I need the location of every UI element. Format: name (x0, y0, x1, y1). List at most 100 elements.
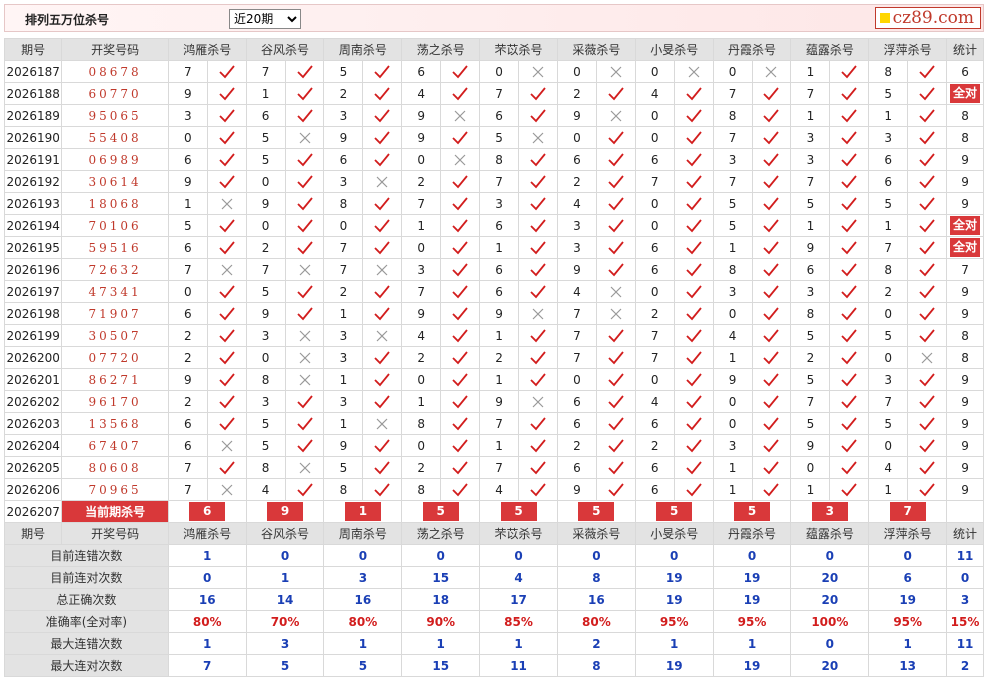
stat-value: 7 (167, 654, 247, 677)
kill-digit-cell: 7 (479, 456, 520, 479)
stat-value: 3 (323, 566, 403, 589)
kill-digit-cell: 6 (479, 258, 520, 281)
issue-cell: 2026191 (3, 148, 63, 171)
logo-mark-icon (879, 13, 890, 23)
stat-value: 90% (401, 610, 481, 633)
stat-value: 1 (634, 632, 714, 655)
column-header-expert[interactable]: 浮萍杀号 (868, 38, 948, 61)
check-icon (907, 126, 948, 149)
column-header-expert[interactable]: 鸿雁杀号 (167, 38, 247, 61)
check-icon (595, 236, 636, 259)
check-icon (440, 214, 481, 237)
kill-digit-cell: 1 (790, 478, 831, 501)
summary-cell: 9 (946, 434, 984, 457)
kill-digit-cell: 5 (790, 324, 831, 347)
check-icon (440, 434, 481, 457)
issue-cell: 2026207 (3, 500, 63, 523)
table-row: 2026199 30507 2 3 3 4 1 7 7 4 5 5 8 (3, 324, 984, 347)
kill-digit-cell: 3 (245, 324, 286, 347)
column-header-expert[interactable]: 采薇杀号 (556, 522, 636, 545)
check-icon (284, 390, 325, 413)
table-row: 2026190 55408 0 5 9 9 5 0 0 7 3 3 8 (3, 126, 984, 149)
column-header-expert[interactable]: 芣苡杀号 (479, 522, 558, 545)
check-icon (440, 192, 481, 215)
stat-value: 0 (712, 544, 792, 567)
check-icon (362, 104, 403, 127)
kill-digit-cell: 0 (790, 456, 831, 479)
current-kill-badge: 3 (811, 502, 848, 521)
column-header-expert[interactable]: 小旻杀号 (634, 522, 714, 545)
check-icon (907, 192, 948, 215)
check-icon (206, 324, 247, 347)
cross-icon (284, 324, 325, 347)
check-icon (518, 104, 558, 127)
column-header-expert[interactable]: 鸿雁杀号 (167, 522, 247, 545)
column-header-expert[interactable]: 小旻杀号 (634, 38, 714, 61)
column-header-expert[interactable]: 荡之杀号 (401, 38, 481, 61)
cross-icon (362, 170, 403, 193)
period-select[interactable]: 近20期 (229, 9, 301, 29)
stat-total: 0 (946, 566, 984, 589)
column-header-expert[interactable]: 丹霞杀号 (712, 522, 792, 545)
cross-icon (518, 302, 558, 325)
column-header-expert[interactable]: 蕴露杀号 (790, 38, 870, 61)
check-icon (595, 148, 636, 171)
summary-cell: 全对 (946, 236, 984, 259)
check-icon (751, 456, 792, 479)
check-icon (751, 236, 792, 259)
check-icon (518, 324, 558, 347)
current-kill-badge: 6 (189, 502, 226, 521)
issue-cell: 2026190 (3, 126, 63, 149)
all-correct-badge: 全对 (950, 238, 981, 257)
column-header-expert[interactable]: 谷风杀号 (245, 522, 325, 545)
table-row: 2026195 59516 6 2 7 0 1 3 6 1 9 7 全对 (3, 236, 984, 259)
kill-digit-cell: 2 (790, 346, 831, 369)
kill-digit-cell: 0 (167, 280, 208, 303)
column-header-expert[interactable]: 谷风杀号 (245, 38, 325, 61)
table-row: 2026194 70106 5 0 0 1 6 3 0 5 1 1 全对 (3, 214, 984, 237)
check-icon (673, 412, 714, 435)
cross-icon (595, 280, 636, 303)
summary-cell: 7 (946, 258, 984, 281)
column-header-expert[interactable]: 芣苡杀号 (479, 38, 558, 61)
issue-cell: 2026192 (3, 170, 63, 193)
check-icon (362, 346, 403, 369)
cross-icon (284, 258, 325, 281)
column-header-expert[interactable]: 荡之杀号 (401, 522, 481, 545)
column-header-expert[interactable]: 浮萍杀号 (868, 522, 948, 545)
check-icon (284, 302, 325, 325)
check-icon (829, 192, 870, 215)
check-icon (907, 148, 948, 171)
kill-digit-cell: 3 (556, 236, 597, 259)
site-logo[interactable]: cz89.com (874, 7, 981, 29)
kill-digit-cell: 8 (245, 456, 286, 479)
kill-digit-cell: 6 (556, 390, 597, 413)
current-issue-row: 2026207 当前期杀号 6 9 1 5 5 5 5 5 3 7 (3, 500, 984, 523)
check-icon (829, 280, 870, 303)
kill-digit-cell: 3 (245, 390, 286, 413)
kill-digit-cell: 6 (556, 412, 597, 435)
column-header-expert[interactable]: 周南杀号 (323, 522, 403, 545)
stat-value: 1 (712, 632, 792, 655)
kill-digit-cell: 5 (790, 368, 831, 391)
stat-value: 16 (556, 588, 636, 611)
column-header-expert[interactable]: 周南杀号 (323, 38, 403, 61)
column-header-expert[interactable]: 丹霞杀号 (712, 38, 792, 61)
kill-digit-cell: 3 (790, 280, 831, 303)
kill-digit-cell: 1 (323, 368, 364, 391)
table-row: 2026188 60770 9 1 2 4 7 2 4 7 7 5 全对 (3, 82, 984, 105)
kill-digit-cell: 7 (323, 236, 364, 259)
stat-value: 0 (556, 544, 636, 567)
check-icon (829, 60, 870, 83)
column-header-expert[interactable]: 蕴露杀号 (790, 522, 870, 545)
kill-digit-cell: 4 (245, 478, 286, 501)
column-header-expert[interactable]: 采薇杀号 (556, 38, 636, 61)
kill-digit-cell: 7 (556, 346, 597, 369)
kill-digit-cell: 0 (245, 170, 286, 193)
summary-cell: 6 (946, 60, 984, 83)
check-icon (829, 324, 870, 347)
table-row: 2026202 96170 2 3 3 1 9 6 4 0 7 7 9 (3, 390, 984, 413)
cross-icon (284, 126, 325, 149)
kill-digit-cell: 0 (245, 214, 286, 237)
table-row: 2026206 70965 7 4 8 8 4 9 6 1 1 1 9 (3, 478, 984, 501)
